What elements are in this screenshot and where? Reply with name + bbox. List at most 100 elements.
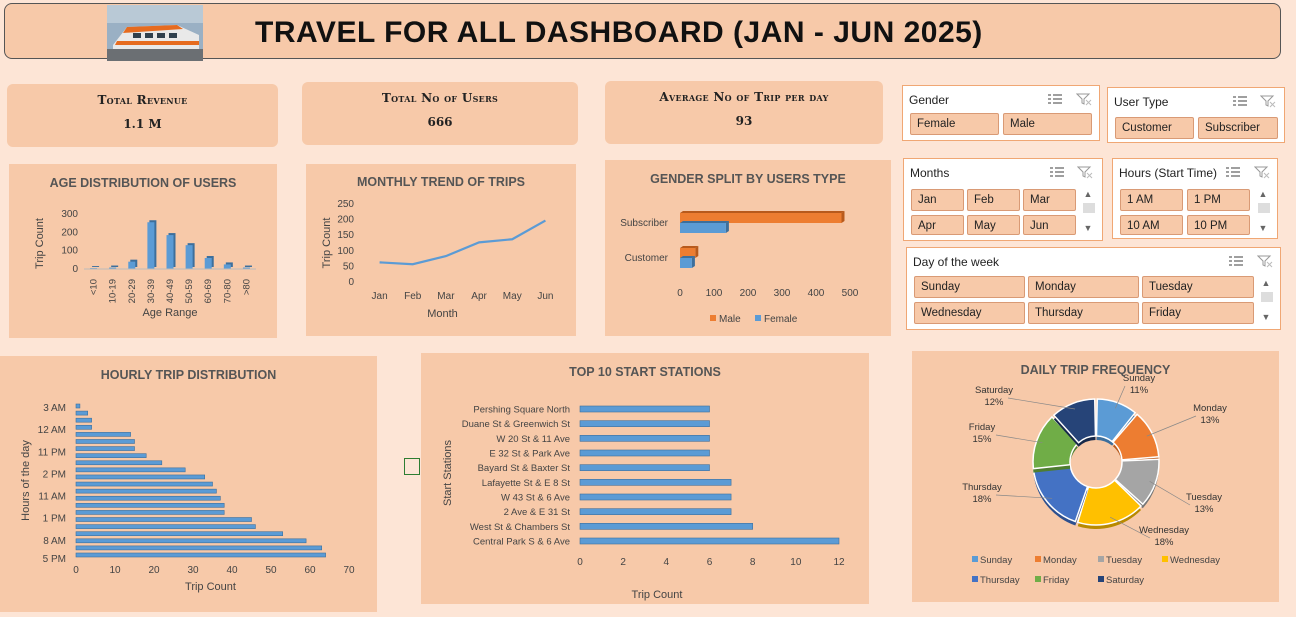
x-tick-label: Feb: [404, 291, 422, 302]
slicer-item-male[interactable]: Male: [1003, 113, 1092, 135]
slicer-item-monday[interactable]: Monday: [1028, 276, 1139, 298]
slicer-item-subscriber[interactable]: Subscriber: [1198, 117, 1278, 139]
multi-select-icon[interactable]: [1225, 165, 1241, 179]
legend-label: Female: [764, 314, 798, 325]
y-tick-label: 5 PM: [43, 554, 66, 565]
chevron-down-icon[interactable]: ▼: [1258, 223, 1268, 233]
x-tick-label: 40: [226, 565, 238, 576]
bar-side: [691, 256, 695, 268]
multi-select-icon[interactable]: [1049, 165, 1065, 179]
y-tick-label: 11 PM: [38, 447, 66, 458]
x-tick-label: 500: [842, 288, 859, 299]
chart-title: MONTHLY TREND OF TRIPS: [356, 175, 526, 189]
slicer-item-1pm[interactable]: 1 PM: [1187, 189, 1250, 211]
y-tick-label: 100: [61, 246, 78, 257]
slicer-item-10am[interactable]: 10 AM: [1120, 215, 1183, 235]
y-tick-label: 2 Ave & E 31 St: [504, 507, 571, 518]
slicer-item-customer[interactable]: Customer: [1115, 117, 1194, 139]
legend-label: Saturday: [1106, 575, 1144, 586]
legend-swatch: [1098, 576, 1104, 582]
slicer-item-jun[interactable]: Jun: [1023, 215, 1076, 235]
x-tick-label: 10-19: [108, 279, 119, 303]
y-tick-label: Lafayette St & E 8 St: [482, 478, 571, 489]
chevron-up-icon[interactable]: ▲: [1261, 278, 1271, 288]
monthly-chart-svg: 0 50 100 150 200 250 Jan Feb Mar Apr May Jun Month Tr…: [321, 199, 553, 320]
bar: [75, 439, 135, 444]
slicer-scrollbar[interactable]: ▲ ▼: [1259, 276, 1273, 324]
age-distribution-chart: AGE DISTRIBUTION OF USERS 0 100 200 300 <10 1…: [9, 164, 277, 338]
user-type-slicer: User Type Customer Subscriber: [1107, 87, 1285, 143]
bar: [75, 517, 252, 522]
clear-filter-icon[interactable]: [1257, 254, 1273, 268]
chevron-up-icon[interactable]: ▲: [1083, 189, 1093, 199]
slicer-item-friday[interactable]: Friday: [1142, 302, 1254, 324]
trend-line: [379, 219, 546, 266]
slicer-item-tuesday[interactable]: Tuesday: [1142, 276, 1254, 298]
dashboard-header: TRAVEL FOR ALL DASHBOARD (JAN - JUN 2025…: [4, 3, 1281, 61]
y-tick-label: Subscriber: [620, 218, 668, 229]
slice-percent-label: 18%: [972, 494, 992, 505]
slicer-item-feb[interactable]: Feb: [967, 189, 1020, 211]
bar: [579, 420, 710, 427]
bar: [204, 258, 212, 269]
slicer-title: Hours (Start Time): [1119, 166, 1218, 180]
chevron-down-icon[interactable]: ▼: [1261, 312, 1271, 322]
slicer-item-apr[interactable]: Apr: [911, 215, 964, 235]
y-tick-label: 200: [337, 215, 354, 226]
slice-percent-label: 12%: [984, 397, 1004, 408]
slicer-item-may[interactable]: May: [967, 215, 1020, 235]
multi-select-icon[interactable]: [1228, 254, 1244, 268]
daily-chart-svg: Sunday11%Monday13%Tuesday13%Wednesday18%…: [962, 373, 1227, 586]
bar: [128, 261, 136, 269]
x-tick-label: 400: [808, 288, 825, 299]
bar: [75, 481, 213, 487]
day-of-week-slicer: Day of the week Sunday Monday Tuesday We…: [906, 247, 1281, 330]
multi-select-icon[interactable]: [1232, 94, 1248, 108]
clear-filter-icon[interactable]: [1077, 165, 1093, 179]
legend-label: Friday: [1043, 575, 1070, 586]
gender-slicer: Gender Female Male: [902, 85, 1100, 141]
x-tick-label: 20-29: [127, 279, 138, 303]
kpi-label: Total Revenue: [97, 93, 188, 107]
slicer-title: Day of the week: [913, 255, 1000, 269]
slicer-item-1am[interactable]: 1 AM: [1120, 189, 1183, 211]
slicer-scrollbar[interactable]: ▲ ▼: [1081, 189, 1095, 235]
slicer-item-thursday[interactable]: Thursday: [1028, 302, 1139, 324]
kpi-value: 1.1 M: [123, 117, 162, 131]
slice-category-label: Friday: [969, 422, 996, 433]
bar: [75, 417, 92, 423]
slice-percent-label: 18%: [1154, 537, 1174, 548]
y-axis-title: Hours of the day: [20, 440, 32, 521]
y-tick-label: Pershing Square North: [473, 405, 570, 416]
x-axis-title: Trip Count: [185, 581, 236, 593]
y-tick-label: 0: [72, 264, 78, 275]
bar-top: [680, 221, 729, 223]
y-tick-label: 8 AM: [43, 536, 66, 547]
clear-filter-icon[interactable]: [1076, 92, 1092, 106]
slicer-item-sunday[interactable]: Sunday: [914, 276, 1025, 298]
y-tick-label: West St & Chambers St: [470, 522, 570, 533]
slicer-scrollbar[interactable]: ▲ ▼: [1256, 189, 1270, 235]
slicer-item-female[interactable]: Female: [910, 113, 999, 135]
slicer-title: User Type: [1114, 95, 1169, 109]
slicer-item-10pm[interactable]: 10 PM: [1187, 215, 1250, 235]
multi-select-icon[interactable]: [1047, 92, 1063, 106]
chevron-down-icon[interactable]: ▼: [1083, 223, 1093, 233]
bar: [579, 537, 840, 545]
clear-filter-icon[interactable]: [1260, 94, 1276, 108]
bar: [680, 258, 692, 268]
bar: [579, 405, 710, 413]
slicer-item-jan[interactable]: Jan: [911, 189, 964, 211]
chart-title: TOP 10 START STATIONS: [569, 365, 721, 379]
y-tick-label: 11 AM: [38, 492, 66, 503]
y-tick-label: 200: [61, 227, 78, 238]
chevron-up-icon[interactable]: ▲: [1258, 189, 1268, 199]
slicer-title: Months: [910, 166, 950, 180]
chart-title: DAILY TRIP FREQUENCY: [1020, 363, 1171, 377]
x-tick-label: 0: [677, 288, 683, 299]
clear-filter-icon[interactable]: [1254, 165, 1270, 179]
slicer-item-mar[interactable]: Mar: [1023, 189, 1076, 211]
slicer-item-wednesday[interactable]: Wednesday: [914, 302, 1025, 324]
legend-swatch: [1035, 556, 1041, 562]
x-tick-label: 0: [73, 565, 79, 576]
